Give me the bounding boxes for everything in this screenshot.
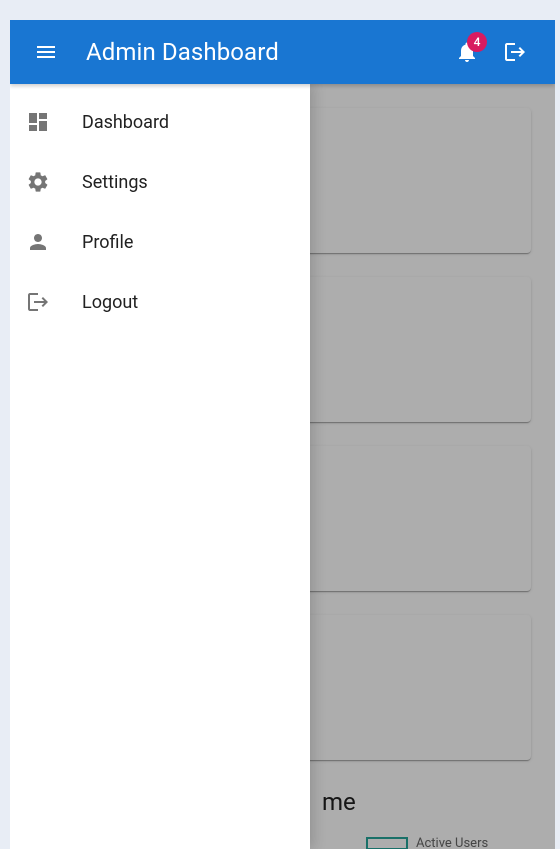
logout-icon — [26, 290, 82, 314]
logout-button[interactable] — [491, 28, 539, 76]
app-bar: Admin Dashboard 4 — [10, 20, 555, 84]
drawer-item-logout[interactable]: Logout — [10, 272, 310, 332]
notifications-button[interactable]: 4 — [443, 28, 491, 76]
drawer-item-dashboard[interactable]: Dashboard — [10, 92, 310, 152]
drawer-item-settings[interactable]: Settings — [10, 152, 310, 212]
notification-badge: 4 — [467, 32, 487, 52]
dashboard-icon — [26, 110, 82, 134]
person-icon — [26, 230, 82, 254]
appbar-title: Admin Dashboard — [86, 38, 443, 66]
drawer-item-label: Logout — [82, 292, 138, 313]
drawer-item-profile[interactable]: Profile — [10, 212, 310, 272]
settings-icon — [26, 170, 82, 194]
drawer-item-label: Dashboard — [82, 112, 169, 133]
drawer-item-label: Settings — [82, 172, 148, 193]
navigation-drawer: Dashboard Settings Profile — [10, 84, 310, 849]
logout-icon — [503, 40, 527, 64]
menu-button[interactable] — [22, 28, 70, 76]
menu-icon — [34, 40, 58, 64]
drawer-item-label: Profile — [82, 232, 133, 253]
